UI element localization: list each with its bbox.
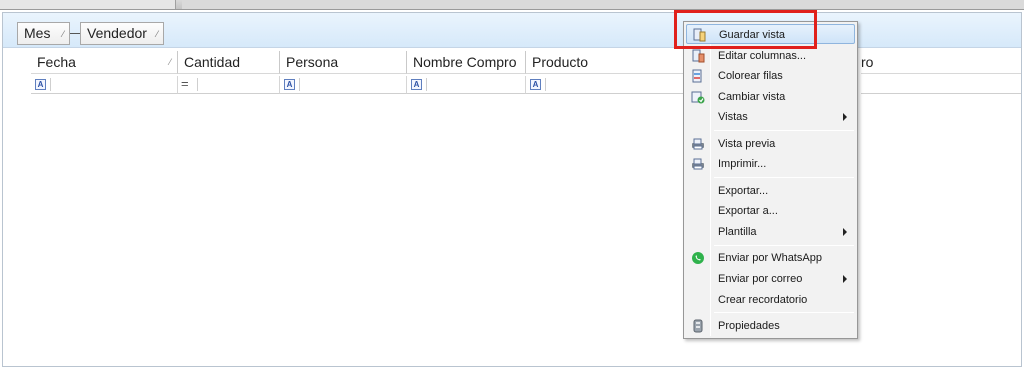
group-label: Vendedor xyxy=(87,25,147,41)
menu-item-label: Vistas xyxy=(718,111,748,123)
top-strip-segment-left xyxy=(0,0,176,9)
menu-item-enviar-whatsapp[interactable]: Enviar por WhatsApp xyxy=(686,248,855,268)
menu-item-label: Exportar a... xyxy=(718,205,778,217)
menu-item-label: Colorear filas xyxy=(718,70,783,82)
group-box-vendedor[interactable]: Vendedor ⁄ xyxy=(80,22,164,45)
menu-item-propiedades[interactable]: Propiedades xyxy=(686,316,855,336)
submenu-arrow-icon xyxy=(843,113,847,121)
submenu-arrow-icon xyxy=(843,275,847,283)
column-header-fecha[interactable]: Fecha ⁄ xyxy=(31,51,178,74)
text-filter-icon[interactable]: A xyxy=(530,79,541,90)
printer-icon xyxy=(692,158,704,170)
menu-separator xyxy=(714,177,854,178)
print-preview-icon xyxy=(692,138,704,150)
equals-filter-icon[interactable]: = xyxy=(181,76,189,91)
menu-item-cambiar-vista[interactable]: Cambiar vista xyxy=(686,87,855,107)
column-label: Nombre Compro xyxy=(413,54,517,70)
menu-item-label: Plantilla xyxy=(718,226,757,238)
context-menu: Guardar vista Editar columnas... Colorea… xyxy=(683,21,858,339)
sort-indicator-icon: ⁄ xyxy=(169,57,171,67)
filter-cell-partial[interactable] xyxy=(861,76,1021,94)
group-box-mes[interactable]: Mes ⁄ xyxy=(17,22,70,45)
menu-item-label: Cambiar vista xyxy=(718,91,786,103)
sort-indicator-icon: ⁄ xyxy=(62,29,64,39)
filter-separator xyxy=(545,78,546,91)
filter-separator xyxy=(197,78,198,91)
menu-item-label: Propiedades xyxy=(718,320,780,332)
edit-columns-icon xyxy=(692,49,705,63)
properties-icon xyxy=(693,319,703,333)
menu-item-enviar-correo[interactable]: Enviar por correo xyxy=(686,269,855,289)
menu-item-plantilla[interactable]: Plantilla xyxy=(686,222,855,242)
change-view-icon xyxy=(691,91,705,104)
whatsapp-icon xyxy=(692,252,704,264)
column-header-cantidad[interactable]: Cantidad xyxy=(178,51,280,74)
group-label: Mes xyxy=(24,25,51,41)
menu-separator xyxy=(714,130,854,131)
filter-cell-cantidad[interactable]: = xyxy=(178,76,280,94)
filter-cell-nombre-compro[interactable]: A xyxy=(407,76,526,94)
text-filter-icon[interactable]: A xyxy=(35,79,46,90)
menu-item-label: Crear recordatorio xyxy=(718,294,808,306)
submenu-arrow-icon xyxy=(843,228,847,236)
top-strip-segment-right xyxy=(182,0,1024,9)
menu-item-crear-recordatorio[interactable]: Crear recordatorio xyxy=(686,290,855,310)
menu-separator xyxy=(714,312,854,313)
filter-separator xyxy=(299,78,300,91)
highlight-annotation-box xyxy=(674,10,817,49)
menu-item-label: Vista previa xyxy=(718,138,776,150)
filter-cell-fecha[interactable]: A xyxy=(31,76,178,94)
column-label: Fecha xyxy=(37,54,76,70)
column-label: ro xyxy=(861,54,874,70)
menu-item-label: Imprimir... xyxy=(718,158,767,170)
color-rows-icon xyxy=(692,69,702,83)
menu-item-imprimir[interactable]: Imprimir... xyxy=(686,154,855,174)
menu-separator xyxy=(714,245,854,246)
column-header-persona[interactable]: Persona xyxy=(280,51,407,74)
menu-item-exportar-a[interactable]: Exportar a... xyxy=(686,201,855,221)
group-connector xyxy=(70,33,80,34)
text-filter-icon[interactable]: A xyxy=(284,79,295,90)
filter-cell-producto[interactable]: A xyxy=(526,76,686,94)
group-by-panel: Mes ⁄ Vendedor ⁄ xyxy=(3,13,1021,48)
filter-cell-persona[interactable]: A xyxy=(280,76,407,94)
column-header-producto[interactable]: Producto xyxy=(526,51,686,74)
menu-item-exportar[interactable]: Exportar... xyxy=(686,181,855,201)
column-label: Persona xyxy=(286,54,339,70)
text-filter-icon[interactable]: A xyxy=(411,79,422,90)
data-grid: Mes ⁄ Vendedor ⁄ Fecha ⁄ Cantidad Person… xyxy=(2,12,1022,367)
window-top-strip xyxy=(0,0,1024,10)
menu-item-label: Editar columnas... xyxy=(718,50,807,62)
filter-separator xyxy=(426,78,427,91)
sort-indicator-icon: ⁄ xyxy=(156,29,158,39)
column-header-partial[interactable]: ro xyxy=(861,51,1021,74)
menu-item-label: Enviar por WhatsApp xyxy=(718,252,822,264)
menu-item-editar-columnas[interactable]: Editar columnas... xyxy=(686,46,855,66)
menu-item-label: Enviar por correo xyxy=(718,273,803,285)
menu-item-label: Exportar... xyxy=(718,185,769,197)
column-label: Cantidad xyxy=(184,54,241,70)
menu-item-vista-previa[interactable]: Vista previa xyxy=(686,134,855,154)
column-label: Producto xyxy=(532,54,589,70)
filter-separator xyxy=(50,78,51,91)
menu-item-colorear-filas[interactable]: Colorear filas xyxy=(686,66,855,86)
menu-item-vistas[interactable]: Vistas xyxy=(686,107,855,127)
column-header-nombre-compro[interactable]: Nombre Compro xyxy=(407,51,526,74)
